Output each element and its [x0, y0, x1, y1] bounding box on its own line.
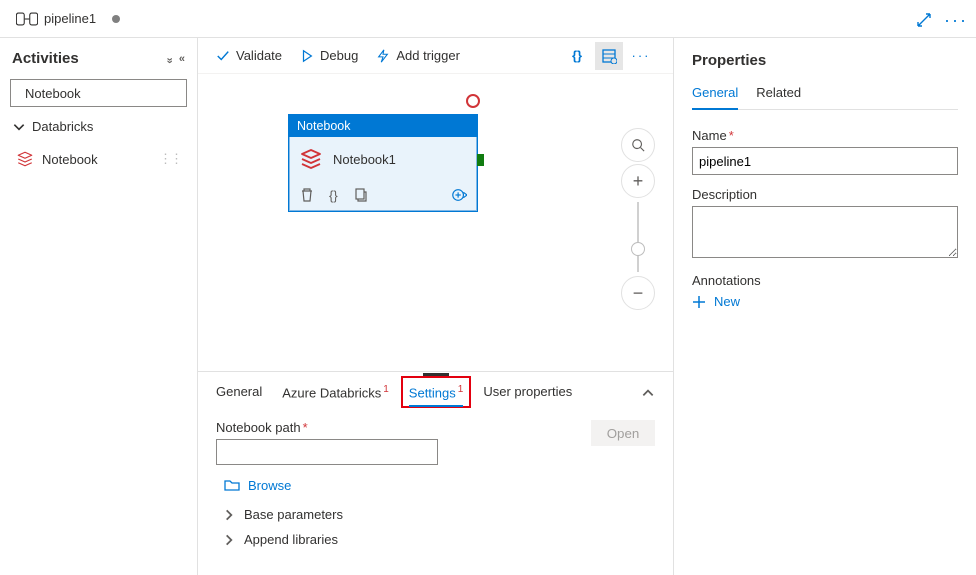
code-icon[interactable]: {} — [329, 188, 338, 203]
pipeline-tab[interactable]: pipeline1 — [8, 0, 128, 37]
tab-settings[interactable]: Settings1 — [409, 384, 464, 406]
copy-icon[interactable] — [352, 187, 368, 203]
more-icon[interactable]: ··· — [944, 8, 968, 32]
databricks-icon — [299, 147, 323, 171]
zoom-out-button[interactable]: − — [621, 276, 655, 310]
success-output-handle[interactable] — [477, 154, 484, 166]
chevron-right-icon — [222, 533, 236, 547]
folder-icon — [224, 477, 240, 493]
collapse-all-icon[interactable]: » — [163, 57, 175, 60]
properties-pane: Properties General Related Name* Descrip… — [674, 38, 976, 575]
delete-icon[interactable] — [299, 187, 315, 203]
zoom-thumb[interactable] — [631, 242, 645, 256]
debug-label: Debug — [320, 48, 358, 63]
tab-azure-databricks[interactable]: Azure Databricks1 — [282, 384, 389, 406]
zoom-controls: + − — [621, 128, 655, 310]
properties-toggle-button[interactable] — [595, 42, 623, 70]
databricks-icon — [16, 150, 34, 168]
canvas-toolbar: Validate Debug Add trigger {} ··· — [198, 38, 673, 74]
activity-search[interactable] — [10, 79, 187, 107]
tab-general[interactable]: General — [216, 384, 262, 405]
base-parameters-label: Base parameters — [244, 507, 343, 522]
description-input[interactable] — [692, 206, 958, 258]
add-output-icon[interactable] — [451, 187, 467, 203]
expand-icon[interactable] — [912, 8, 936, 32]
name-label: Name — [692, 128, 727, 143]
activity-item-notebook[interactable]: Notebook ⋮⋮ — [10, 146, 187, 172]
editor-tabbar: pipeline1 ··· — [0, 0, 976, 38]
collapse-panel-icon[interactable] — [641, 386, 655, 403]
add-trigger-button[interactable]: Add trigger — [376, 48, 460, 63]
azure-error-badge: 1 — [383, 384, 389, 395]
pipeline-icon — [16, 12, 38, 26]
browse-label: Browse — [248, 478, 291, 493]
code-view-button[interactable]: {} — [563, 42, 591, 70]
zoom-slider[interactable] — [637, 202, 639, 272]
base-parameters-expander[interactable]: Base parameters — [222, 507, 655, 522]
activity-group-label: Databricks — [32, 119, 93, 134]
append-libraries-label: Append libraries — [244, 532, 338, 547]
zoom-in-button[interactable]: + — [621, 164, 655, 198]
activity-group-databricks[interactable]: Databricks — [10, 115, 187, 138]
chevron-down-icon — [12, 120, 26, 134]
properties-title: Properties — [692, 52, 958, 69]
properties-tab-general[interactable]: General — [692, 85, 738, 110]
node-name: Notebook1 — [333, 152, 396, 167]
validation-error-icon — [466, 94, 480, 108]
settings-error-badge: 1 — [458, 384, 464, 395]
notebook-path-input[interactable] — [216, 439, 438, 465]
validate-button[interactable]: Validate — [216, 48, 282, 63]
add-annotation-button[interactable]: New — [692, 294, 958, 309]
annotations-label: Annotations — [692, 273, 958, 288]
node-type-label: Notebook — [289, 115, 477, 137]
notebook-path-label: Notebook path — [216, 420, 301, 435]
activities-sidebar: Activities » « Databricks Notebook ⋮⋮ — [0, 38, 198, 575]
pipeline-canvas[interactable]: Notebook Notebook1 {} — [198, 74, 673, 371]
tab-user-properties[interactable]: User properties — [483, 384, 572, 405]
chevron-right-icon — [222, 508, 236, 522]
debug-button[interactable]: Debug — [300, 48, 358, 63]
unsaved-indicator-icon — [112, 15, 120, 23]
description-label: Description — [692, 187, 958, 202]
notebook-activity-node[interactable]: Notebook Notebook1 {} — [288, 114, 478, 212]
pipeline-name-input[interactable] — [692, 147, 958, 175]
toolbar-more-button[interactable]: ··· — [627, 42, 655, 70]
tab-title: pipeline1 — [44, 11, 96, 26]
activity-search-input[interactable] — [23, 85, 203, 102]
append-libraries-expander[interactable]: Append libraries — [222, 532, 655, 547]
add-annotation-label: New — [714, 294, 740, 309]
collapse-sidebar-icon[interactable]: « — [179, 53, 185, 65]
properties-tab-related[interactable]: Related — [756, 85, 801, 109]
validate-label: Validate — [236, 48, 282, 63]
drag-handle-icon[interactable]: ⋮⋮ — [159, 151, 181, 167]
activity-settings-panel: General Azure Databricks1 Settings1 User… — [198, 371, 673, 575]
plus-icon — [692, 295, 706, 309]
browse-button[interactable]: Browse — [224, 477, 655, 493]
sidebar-title: Activities — [12, 50, 79, 67]
zoom-reset-button[interactable] — [621, 128, 655, 162]
activity-item-label: Notebook — [42, 152, 98, 167]
open-button: Open — [591, 420, 655, 446]
add-trigger-label: Add trigger — [396, 48, 460, 63]
